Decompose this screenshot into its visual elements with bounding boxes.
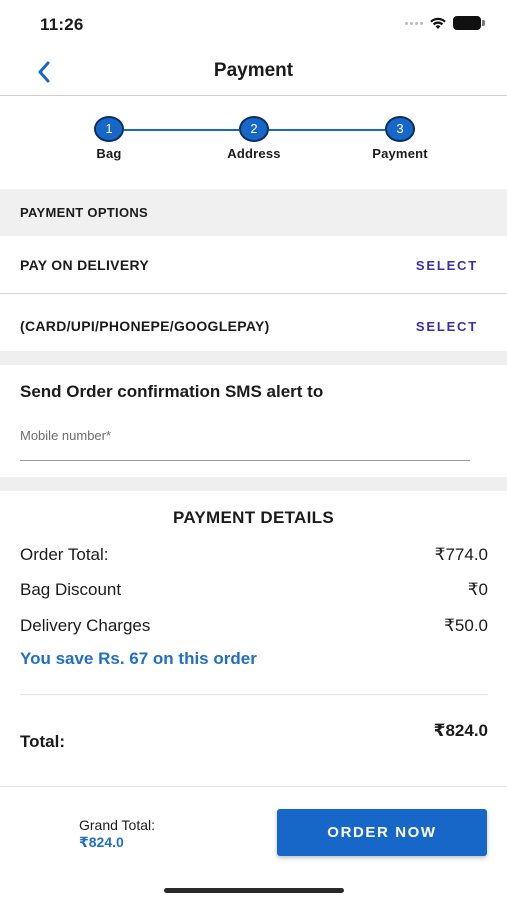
nav-bar: Payment bbox=[0, 48, 507, 96]
total-label: Total: bbox=[20, 732, 66, 751]
select-card-upi-button[interactable]: SELECT bbox=[416, 319, 478, 334]
step-number: 3 bbox=[385, 116, 415, 142]
signal-icon bbox=[405, 21, 423, 25]
sms-alert-title: Send Order confirmation SMS alert to bbox=[20, 382, 324, 401]
wifi-icon bbox=[430, 17, 446, 29]
status-time: 11:26 bbox=[40, 15, 84, 34]
step-number: 2 bbox=[239, 116, 269, 142]
payment-options-header: PAYMENT OPTIONS bbox=[0, 189, 507, 236]
bottom-action-bar: Grand Total: ₹824.0 ORDER NOW bbox=[0, 786, 507, 900]
detail-value: ₹774.0 bbox=[434, 545, 488, 564]
step-label: Payment bbox=[372, 146, 428, 161]
option-pay-on-delivery[interactable]: PAY ON DELIVERY SELECT bbox=[0, 236, 507, 294]
status-icons bbox=[405, 16, 485, 30]
grand-total-label: Grand Total: bbox=[79, 817, 156, 833]
grand-total-value: ₹824.0 bbox=[79, 834, 124, 850]
payment-details-card: PAYMENT DETAILS Order Total: ₹774.0 Bag … bbox=[0, 491, 507, 783]
delivery-charges-row: Delivery Charges ₹50.0 bbox=[20, 616, 488, 640]
payment-details-title: PAYMENT DETAILS bbox=[173, 508, 334, 527]
detail-label: Bag Discount bbox=[20, 580, 122, 599]
step-number: 1 bbox=[94, 116, 124, 142]
step-label: Bag bbox=[96, 146, 122, 161]
bag-discount-row: Bag Discount ₹0 bbox=[20, 580, 488, 604]
status-bar: 11:26 bbox=[0, 0, 507, 48]
option-card-upi[interactable]: (CARD/UPI/PHONEPE/GOOGLEPAY) SELECT bbox=[0, 296, 507, 351]
savings-message: You save Rs. 67 on this order bbox=[20, 649, 257, 668]
checkout-stepper: 1 Bag 2 Address 3 Payment bbox=[0, 97, 507, 189]
order-total-row: Order Total: ₹774.0 bbox=[20, 545, 488, 569]
step-address: 2 Address bbox=[214, 116, 294, 161]
page-title: Payment bbox=[213, 60, 294, 81]
option-label: (CARD/UPI/PHONEPE/GOOGLEPAY) bbox=[20, 318, 270, 334]
step-payment: 3 Payment bbox=[360, 116, 440, 161]
step-bag: 1 Bag bbox=[69, 116, 149, 161]
total-value: ₹824.0 bbox=[433, 721, 488, 740]
order-now-button[interactable]: ORDER NOW bbox=[277, 809, 487, 856]
home-indicator bbox=[164, 888, 344, 893]
details-divider bbox=[20, 694, 488, 695]
section-divider bbox=[0, 477, 507, 491]
mobile-number-input[interactable] bbox=[20, 423, 470, 461]
detail-label: Order Total: bbox=[20, 545, 109, 564]
select-pay-on-delivery-button[interactable]: SELECT bbox=[416, 258, 478, 273]
detail-value: ₹0 bbox=[467, 580, 488, 599]
step-label: Address bbox=[227, 146, 281, 161]
section-divider bbox=[0, 351, 507, 365]
detail-label: Delivery Charges bbox=[20, 616, 151, 635]
payment-options-title: PAYMENT OPTIONS bbox=[20, 205, 149, 220]
sms-alert-card: Send Order confirmation SMS alert to bbox=[0, 365, 507, 477]
detail-value: ₹50.0 bbox=[444, 616, 488, 635]
option-label: PAY ON DELIVERY bbox=[20, 257, 149, 273]
battery-icon bbox=[453, 16, 485, 30]
